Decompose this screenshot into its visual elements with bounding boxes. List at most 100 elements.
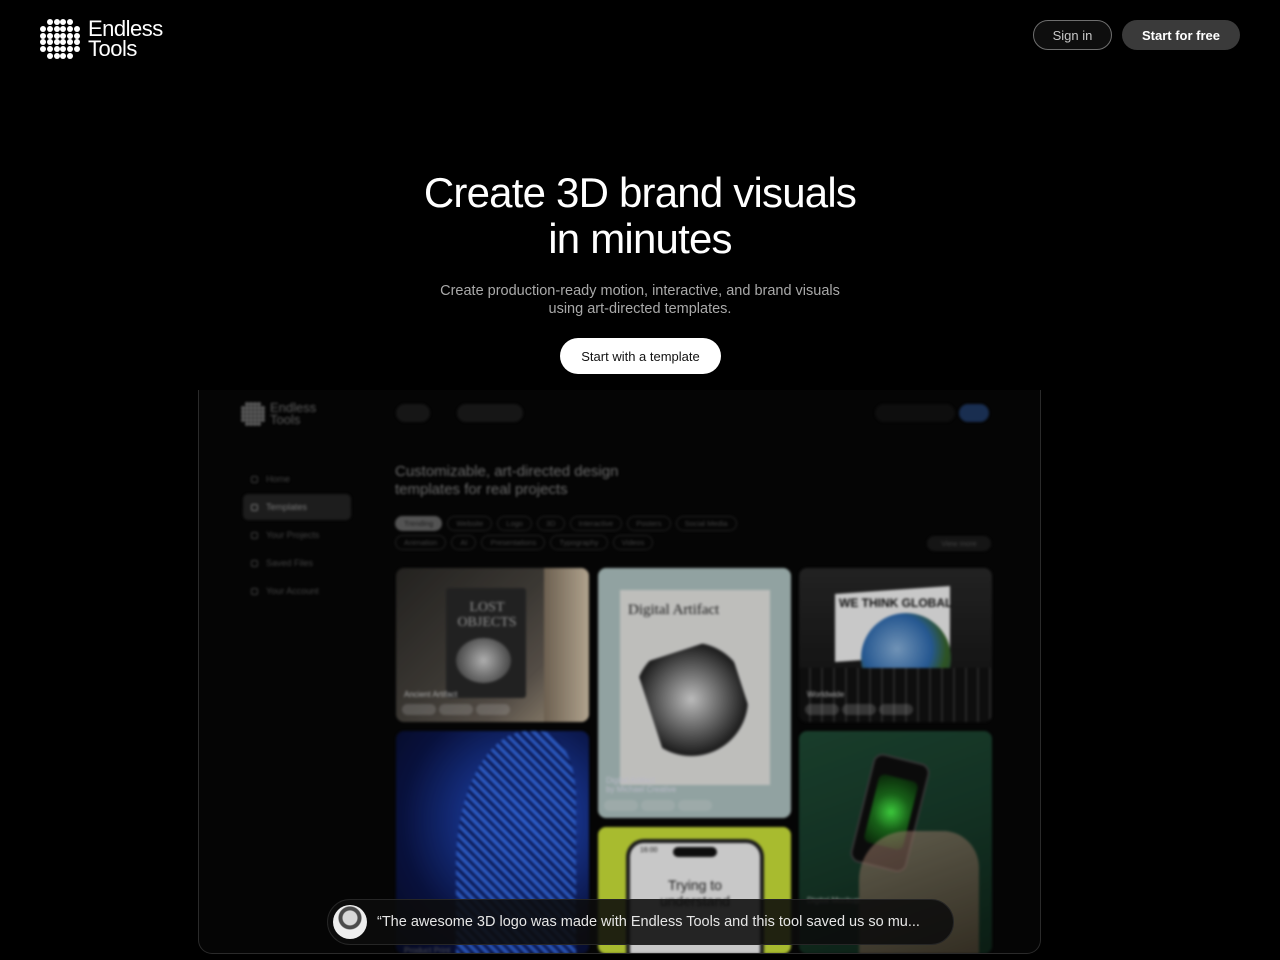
logo-dot — [40, 32, 47, 39]
logo-dot — [257, 422, 262, 427]
logo-dot — [60, 46, 67, 52]
logo-dot — [53, 46, 60, 52]
preview-topbar-button — [959, 404, 989, 422]
hero-title-line1: Create 3D brand visuals — [423, 169, 857, 216]
preview-topbar-icons — [875, 404, 955, 422]
logo-dot — [40, 26, 47, 32]
logo-dot — [73, 32, 80, 39]
logo-dot — [47, 32, 53, 39]
download-icon — [251, 559, 258, 567]
logo-dot — [53, 39, 60, 46]
logo-dot — [60, 32, 67, 39]
preview-view-more: View more — [927, 536, 991, 551]
preview-nav-account: Your Account — [243, 578, 351, 604]
folder-icon — [251, 531, 258, 539]
phone-notch — [673, 847, 717, 857]
hero-subtitle-line2: using art-directed templates. — [548, 301, 732, 317]
logo-dot — [60, 52, 67, 59]
logo-dot — [67, 26, 73, 32]
preview-nav-saved: Saved Files — [243, 550, 351, 576]
logo-dot — [47, 19, 53, 26]
logo-dot — [53, 19, 60, 26]
preview-nav-home: Home — [243, 466, 351, 492]
testimonial-pill[interactable]: “The awesome 3D logo was made with Endle… — [327, 899, 954, 945]
logo-dot — [261, 418, 266, 423]
logo-dot — [73, 46, 80, 52]
logo-dot — [67, 32, 73, 39]
logo-dot — [73, 26, 80, 32]
preview-chip: Videos — [612, 535, 654, 550]
preview-topbar-search — [457, 404, 523, 422]
phone-time: 16:00 — [640, 847, 658, 854]
home-icon — [251, 475, 258, 483]
preview-chip: 3D — [536, 516, 565, 531]
logo-dot — [47, 39, 53, 46]
testimonial-quote: “The awesome 3D logo was made with Endle… — [377, 914, 920, 930]
preview-nav-templates: Templates — [243, 494, 351, 520]
person-image — [544, 568, 589, 722]
brand-name-line2: Tools — [88, 36, 137, 61]
brand-logo[interactable]: Endless Tools — [40, 18, 163, 61]
brand-name: Endless Tools — [88, 18, 163, 61]
preview-chip: Posters — [627, 516, 671, 531]
logo-dot — [40, 39, 47, 46]
start-for-free-button[interactable]: Start for free — [1122, 20, 1240, 50]
hero-title: Create 3D brand visuals in minutes — [0, 170, 1280, 262]
preview-logo-line2: Tools — [270, 412, 301, 427]
logo-dot — [47, 52, 53, 59]
logo-dot — [53, 32, 60, 39]
template-card-worldwide: WE THINK GLOBAL Worldwide — [799, 568, 992, 722]
app-preview: Endless Tools Home Templates Your Projec… — [198, 390, 1041, 954]
logo-dot — [60, 39, 67, 46]
logo-dot — [60, 26, 67, 32]
preview-chip: Website — [447, 516, 493, 531]
hero-subtitle-line1: Create production-ready motion, interact… — [440, 283, 840, 299]
logo-dot — [67, 19, 73, 26]
card-tags — [604, 800, 712, 811]
preview-logo-dots-icon — [241, 402, 266, 427]
poster-title: Digital Artifact — [628, 602, 720, 618]
sculpture-image — [456, 638, 511, 683]
templates-icon — [251, 503, 258, 511]
user-icon — [251, 587, 258, 595]
logo-dot — [47, 26, 53, 32]
logo-dot — [53, 26, 60, 32]
preview-topbar-pill — [396, 404, 430, 422]
card-tags — [805, 704, 913, 715]
template-card-ancient-artifact: LOST OBJECTS Ancient Artifact — [396, 568, 589, 722]
preview-chip: Animation — [395, 535, 447, 550]
preview-chip: Presentations — [481, 535, 546, 550]
card-tags — [402, 704, 510, 715]
card-title: Worldwide — [807, 690, 845, 699]
avatar — [333, 905, 367, 939]
preview-chip: Social Media — [675, 516, 737, 531]
logo-dot — [73, 39, 80, 46]
preview-heading: Customizable, art-directed design templa… — [395, 463, 619, 498]
preview-chip: Logo — [497, 516, 532, 531]
preview-chip: Trending — [395, 516, 443, 531]
logo-dot — [67, 39, 73, 46]
card-title: Digital Artifact by Michael Creative — [606, 776, 677, 794]
hero-title-line2: in minutes — [548, 215, 732, 262]
logo-dot — [47, 46, 53, 52]
poster-text: LOST OBJECTS — [457, 600, 517, 630]
preview-sidebar: Home Templates Your Projects Saved Files… — [243, 466, 351, 606]
logo-dot — [60, 19, 67, 26]
preview-category-chips: Trending Website Logo 3D Interactive Pos… — [395, 516, 755, 550]
logo-dot — [53, 52, 60, 59]
logo-dots-icon — [40, 19, 80, 59]
preview-logo: Endless Tools — [241, 401, 316, 427]
sign-in-button[interactable]: Sign in — [1033, 20, 1112, 50]
preview-chip: AI — [451, 535, 477, 550]
billboard-text: WE THINK GLOBAL — [839, 596, 953, 610]
logo-dot — [67, 52, 73, 59]
preview-chip: Typography — [550, 535, 608, 550]
template-card-digital-artifact: Digital Artifact Digital Artifact by Mic… — [598, 568, 791, 818]
logo-dot — [67, 46, 73, 52]
logo-dot — [40, 46, 47, 52]
hero-subtitle: Create production-ready motion, interact… — [0, 282, 1280, 318]
card-title: Ancient Artifact — [404, 690, 458, 699]
preview-nav-projects: Your Projects — [243, 522, 351, 548]
card-title: Product Print — [404, 946, 451, 954]
start-with-template-button[interactable]: Start with a template — [560, 338, 721, 374]
